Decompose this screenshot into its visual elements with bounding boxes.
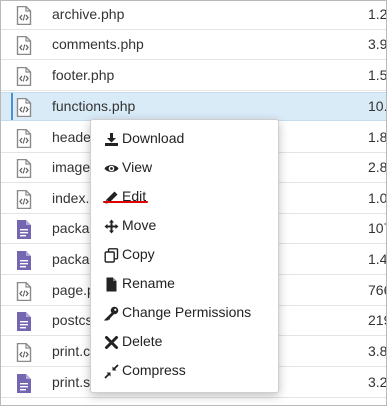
file-name[interactable]: footer.php — [52, 67, 114, 83]
menu-item-label: Delete — [122, 333, 163, 349]
menu-item-edit[interactable]: Edit — [91, 183, 278, 212]
php-file-icon — [16, 281, 32, 302]
package-file-icon — [16, 374, 32, 393]
file-name[interactable]: heade — [52, 129, 91, 145]
php-file-icon — [16, 189, 32, 210]
file-name[interactable]: image — [52, 159, 90, 175]
menu-item-compress[interactable]: Compress — [91, 357, 278, 386]
menu-item-copy[interactable]: Copy — [91, 241, 278, 270]
package-file-icon — [16, 220, 32, 239]
key-icon — [103, 306, 119, 321]
file-size: 3.8 — [368, 343, 387, 359]
file-name[interactable]: index. — [52, 190, 89, 206]
file-name[interactable]: comments.php — [52, 36, 144, 52]
context-menu: Download View Edit Move Copy Rename Change Per… — [90, 119, 279, 393]
php-file-icon — [16, 342, 32, 363]
file-size: 1.8 — [368, 129, 387, 145]
compress-icon — [104, 364, 119, 379]
php-file-icon — [16, 5, 32, 26]
file-rename-icon — [104, 277, 119, 292]
menu-item-move[interactable]: Move — [91, 212, 278, 241]
php-file-icon — [16, 66, 32, 87]
file-row[interactable]: functions.php 10. — [1, 92, 387, 121]
file-row[interactable]: archive.php 1.2 — [1, 1, 387, 30]
file-size: 1.2 — [368, 6, 387, 22]
menu-item-label: Rename — [122, 275, 175, 291]
file-manager-window: archive.php 1.2 comments.php 3.9 footer.php 1… — [0, 0, 387, 406]
menu-item-view[interactable]: View — [91, 154, 278, 183]
menu-item-delete[interactable]: Delete — [91, 328, 278, 357]
edit-highlight-underline — [103, 201, 148, 203]
php-file-icon — [16, 128, 32, 149]
menu-item-rename[interactable]: Rename — [91, 270, 278, 299]
file-size: 2.8 — [368, 159, 387, 175]
menu-item-label: Download — [122, 130, 185, 146]
php-file-icon — [16, 158, 32, 179]
file-size: 3.9 — [368, 36, 387, 52]
package-file-icon — [16, 312, 32, 331]
file-size: 1.0 — [368, 190, 387, 206]
file-name[interactable]: print.c — [52, 343, 90, 359]
menu-item-label: View — [122, 159, 153, 175]
file-name[interactable]: page.p — [52, 282, 95, 298]
file-size: 766 — [368, 282, 386, 298]
copy-icon — [104, 248, 119, 263]
file-name[interactable]: print.s — [52, 374, 90, 390]
download-icon — [104, 132, 119, 147]
file-name[interactable]: packa — [52, 220, 89, 236]
file-size: 107 — [368, 220, 386, 236]
menu-item-label: Compress — [122, 362, 186, 378]
file-size: 1.5 — [368, 67, 387, 83]
file-size: 3.2 — [368, 374, 387, 390]
eye-icon — [104, 161, 119, 176]
move-arrows-icon — [104, 219, 119, 234]
menu-item-download[interactable]: Download — [91, 125, 278, 154]
menu-item-change-permissions[interactable]: Change Permissions — [91, 299, 278, 328]
file-name[interactable]: packa — [52, 251, 89, 267]
file-name[interactable]: functions.php — [52, 98, 135, 114]
file-size: 1.4 — [368, 251, 387, 267]
file-row[interactable]: footer.php 1.5 — [1, 62, 387, 91]
php-file-icon — [16, 97, 32, 118]
file-size: 219 — [368, 312, 386, 328]
file-size: 10. — [368, 98, 387, 114]
x-icon — [104, 335, 119, 350]
file-row[interactable]: comments.php 3.9 — [1, 31, 387, 60]
package-file-icon — [16, 251, 32, 270]
menu-item-label: Change Permissions — [122, 304, 252, 320]
menu-item-label: Move — [122, 217, 157, 233]
file-name[interactable]: postcs — [52, 312, 92, 328]
php-file-icon — [16, 35, 32, 56]
menu-item-label: Copy — [122, 246, 155, 262]
file-name[interactable]: archive.php — [52, 6, 124, 22]
